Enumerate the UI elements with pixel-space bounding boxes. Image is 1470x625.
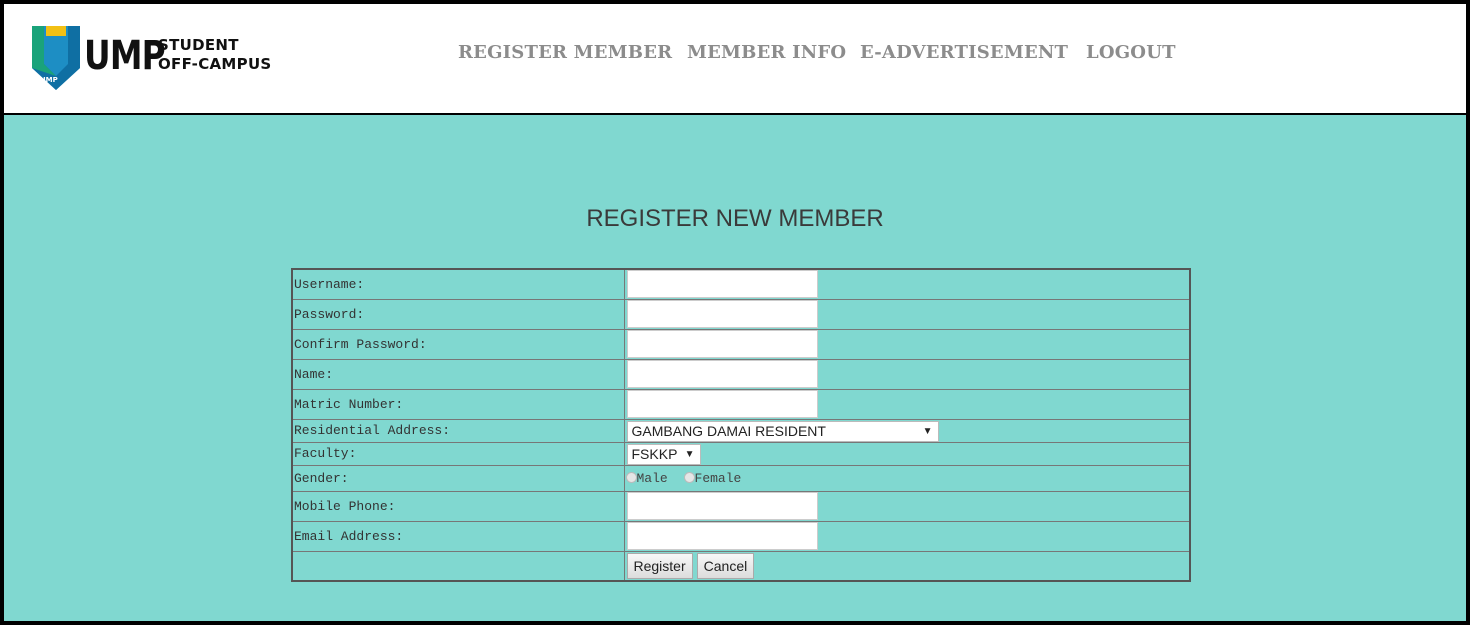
form-row-faculty: Faculty: FSKKP ▼ <box>291 441 1191 466</box>
logo-offcampus-text: OFF-CAMPUS <box>158 55 272 73</box>
matric-label: Matric Number: <box>291 388 625 420</box>
shield-logo-icon: UMP <box>32 26 80 90</box>
form-row-confirm-password: Confirm Password: <box>291 328 1191 360</box>
name-label: Name: <box>291 358 625 390</box>
gender-female-label[interactable]: Female <box>695 471 742 486</box>
faculty-label: Faculty: <box>291 441 625 466</box>
confirm-password-label: Confirm Password: <box>291 328 625 360</box>
form-row-residential: Residential Address: GAMBANG DAMAI RESID… <box>291 418 1191 443</box>
nav-register-member[interactable]: REGISTER MEMBER <box>458 42 672 63</box>
gender-label: Gender: <box>291 464 625 492</box>
faculty-selected-value: FSKKP <box>631 445 678 462</box>
password-input[interactable] <box>626 300 818 328</box>
username-input[interactable] <box>626 270 818 299</box>
chevron-down-icon: ▼ <box>922 425 933 437</box>
gender-male-radio[interactable] <box>625 471 637 483</box>
form-row-email: Email Address: <box>291 520 1191 552</box>
site-logo[interactable]: UMP UMP STUDENT OFF-CAMPUS <box>30 24 290 90</box>
form-row-username: Username: <box>291 268 1191 300</box>
residential-address-select[interactable]: GAMBANG DAMAI RESIDENT ▼ <box>626 420 939 442</box>
nav-e-advertisement[interactable]: E-ADVERTISEMENT <box>860 42 1068 63</box>
chevron-down-icon: ▼ <box>684 448 695 460</box>
confirm-password-input[interactable] <box>626 330 818 358</box>
residential-label: Residential Address: <box>291 418 625 443</box>
cancel-button[interactable]: Cancel <box>696 553 755 580</box>
password-label: Password: <box>291 298 625 330</box>
faculty-select[interactable]: FSKKP ▼ <box>626 443 701 465</box>
form-row-matric: Matric Number: <box>291 388 1191 420</box>
logo-badge-text: UMP <box>40 76 58 84</box>
name-input[interactable] <box>626 360 818 388</box>
site-header: UMP UMP STUDENT OFF-CAMPUS REGISTER MEMB… <box>4 4 1466 115</box>
form-row-name: Name: <box>291 358 1191 390</box>
mobile-label: Mobile Phone: <box>291 490 625 522</box>
register-button[interactable]: Register <box>626 553 693 580</box>
email-label: Email Address: <box>291 520 625 552</box>
form-row-gender: Gender: Male Female <box>291 464 1191 492</box>
logo-ump-text: UMP <box>84 33 166 79</box>
form-row-mobile: Mobile Phone: <box>291 490 1191 522</box>
browser-page: UMP UMP STUDENT OFF-CAMPUS REGISTER MEMB… <box>0 0 1470 625</box>
form-row-actions: Register Cancel <box>291 550 1191 582</box>
matric-input[interactable] <box>626 390 818 418</box>
gender-male-label[interactable]: Male <box>637 471 668 486</box>
mobile-phone-input[interactable] <box>626 492 818 520</box>
nav-logout[interactable]: LOGOUT <box>1086 42 1176 63</box>
register-form: Username: Password: Confirm Password: Na… <box>291 268 1191 582</box>
form-row-password: Password: <box>291 298 1191 330</box>
gender-female-radio[interactable] <box>683 471 695 483</box>
residential-selected-value: GAMBANG DAMAI RESIDENT <box>631 422 826 439</box>
logo-student-text: STUDENT <box>158 36 239 54</box>
username-label: Username: <box>291 268 625 300</box>
email-input[interactable] <box>626 522 818 550</box>
nav-member-info[interactable]: MEMBER INFO <box>687 42 846 63</box>
page-title: REGISTER NEW MEMBER <box>586 205 884 232</box>
